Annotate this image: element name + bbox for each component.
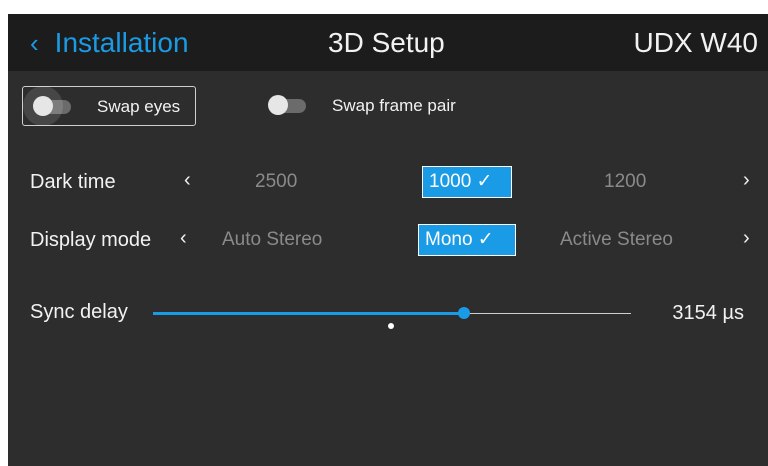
- switch-knob: [33, 96, 53, 116]
- chevron-left-icon: ‹: [30, 28, 39, 58]
- dark-time-option[interactable]: 2500: [255, 171, 297, 193]
- dark-time-label: Dark time: [30, 171, 116, 193]
- dark-time-row: Dark time ‹ 2500 1000 ✓ 1200 ›: [8, 166, 768, 200]
- page-title: 3D Setup: [328, 27, 445, 58]
- back-label: Installation: [54, 27, 189, 58]
- display-mode-label: Display mode: [30, 229, 152, 251]
- sync-delay-row: Sync delay 3154 µs: [8, 296, 768, 330]
- sync-delay-label: Sync delay: [30, 301, 128, 323]
- back-button[interactable]: ‹ Installation: [30, 27, 189, 59]
- swap-frame-pair-toggle[interactable]: Swap frame pair: [266, 86, 496, 126]
- chevron-right-icon[interactable]: ›: [743, 169, 750, 192]
- swap-eyes-label: Swap eyes: [97, 97, 181, 116]
- display-mode-row: Display mode ‹ Auto Stereo Mono ✓ Active…: [8, 224, 768, 258]
- dark-time-option-selected[interactable]: 1000 ✓: [422, 166, 512, 198]
- chevron-left-icon[interactable]: ‹: [184, 169, 191, 192]
- dark-time-option[interactable]: 1200: [604, 171, 646, 193]
- display-mode-option-selected[interactable]: Mono ✓: [418, 224, 516, 256]
- swap-frame-pair-label: Swap frame pair: [332, 96, 456, 115]
- swap-eyes-switch[interactable]: [23, 86, 71, 126]
- slider-thumb[interactable]: [457, 307, 470, 319]
- chevron-right-icon[interactable]: ›: [743, 227, 750, 250]
- projector-menu-screen: ‹ Installation 3D Setup UDX W40 Swap eye…: [8, 14, 768, 466]
- sync-delay-value: 3154 µs: [672, 302, 744, 324]
- slider-default-marker: [388, 323, 394, 329]
- toggle-row: Swap eyes Swap frame pair: [8, 86, 768, 130]
- model-name: UDX W40: [633, 27, 758, 58]
- chevron-left-icon[interactable]: ‹: [180, 227, 187, 250]
- display-mode-option[interactable]: Auto Stereo: [222, 229, 322, 251]
- swap-frame-pair-switch[interactable]: [268, 95, 306, 115]
- display-mode-option[interactable]: Active Stereo: [560, 229, 673, 251]
- header-bar: ‹ Installation 3D Setup UDX W40: [8, 14, 768, 71]
- slider-fill: [153, 312, 464, 315]
- switch-knob: [268, 95, 288, 115]
- swap-eyes-toggle[interactable]: Swap eyes: [22, 86, 196, 126]
